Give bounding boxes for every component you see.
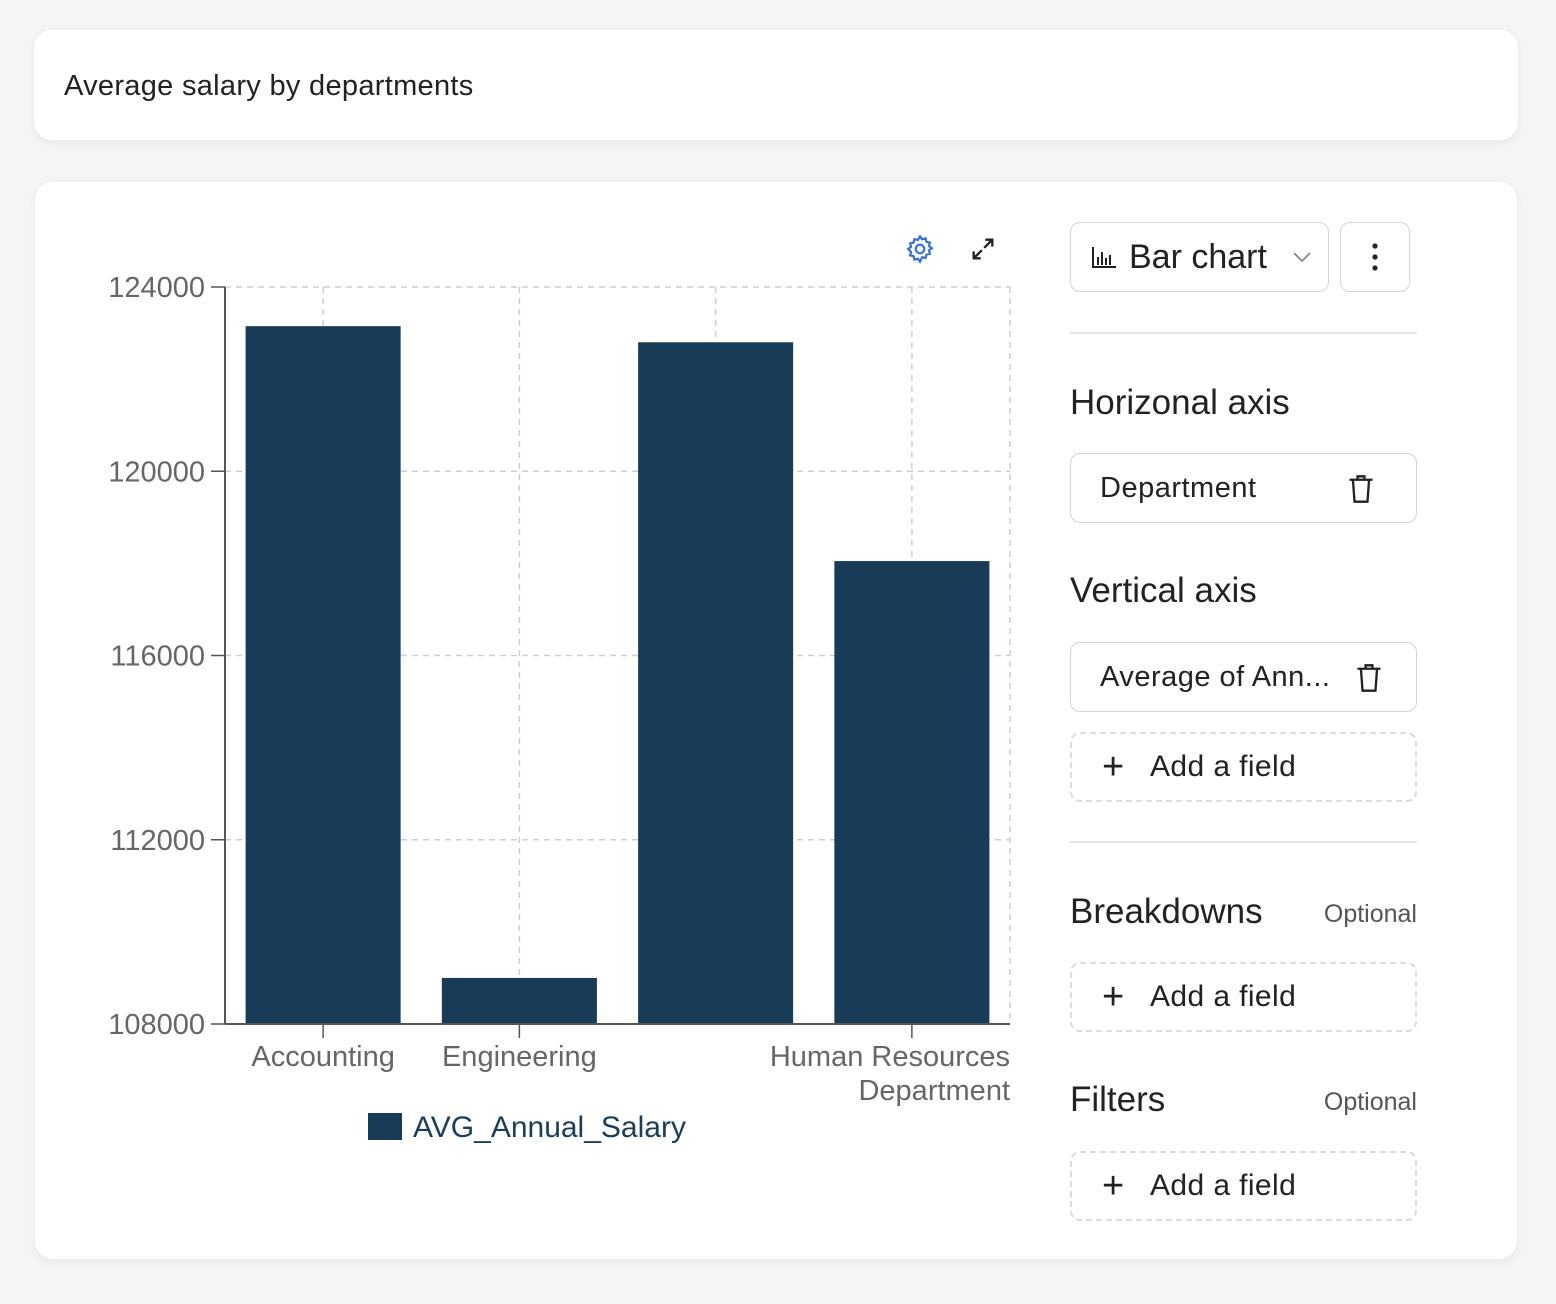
legend: AVG_Annual_Salary bbox=[368, 1111, 686, 1144]
chart-editor-card: 108000 112000 116000 120000 124000 Accounting… bbox=[35, 182, 1517, 1259]
vertical-field-label: Average of Ann... bbox=[1100, 660, 1331, 693]
breakdowns-title: Breakdowns bbox=[1070, 892, 1263, 931]
x-tick-label: Accounting bbox=[251, 1041, 395, 1073]
x-tick-label: Engineering bbox=[442, 1041, 597, 1073]
horizontal-field-label: Department bbox=[1100, 471, 1257, 504]
vertical-axis-field[interactable]: Average of Ann... bbox=[1070, 642, 1417, 712]
y-tick-label: 108000 bbox=[108, 1009, 205, 1041]
more-vertical-icon bbox=[1372, 243, 1378, 271]
add-field-label: Add a field bbox=[1150, 750, 1297, 783]
trash-icon[interactable] bbox=[1355, 663, 1383, 693]
expand-icon bbox=[972, 238, 994, 260]
x-tick-label: Human Resources bbox=[770, 1041, 1010, 1073]
divider bbox=[1070, 332, 1417, 334]
bar bbox=[638, 342, 794, 1024]
add-field-label: Add a field bbox=[1150, 1169, 1297, 1202]
y-tick-label: 120000 bbox=[108, 456, 205, 488]
bar bbox=[245, 326, 401, 1024]
legend-label: AVG_Annual_Salary bbox=[413, 1111, 686, 1144]
more-options-button[interactable] bbox=[1340, 222, 1410, 292]
horizontal-axis-field[interactable]: Department bbox=[1070, 453, 1417, 523]
breakdowns-optional-label: Optional bbox=[1323, 900, 1417, 928]
plus-icon: + bbox=[1102, 746, 1125, 788]
bar-chart-icon bbox=[1092, 247, 1116, 268]
filters-add-field-button[interactable]: + Add a field bbox=[1070, 1151, 1417, 1221]
vertical-add-field-button[interactable]: + Add a field bbox=[1070, 732, 1417, 802]
y-tick-label: 124000 bbox=[108, 272, 205, 304]
breakdowns-add-field-button[interactable]: + Add a field bbox=[1070, 962, 1417, 1032]
gear-icon bbox=[906, 234, 934, 264]
page-title: Average salary by departments bbox=[64, 70, 474, 102]
add-field-label: Add a field bbox=[1150, 980, 1297, 1013]
plus-icon: + bbox=[1102, 1165, 1125, 1207]
legend-swatch bbox=[368, 1113, 402, 1140]
chart-type-select[interactable]: Bar chart bbox=[1070, 222, 1329, 292]
title-card: Average salary by departments bbox=[34, 30, 1518, 140]
bar-chart: 108000 112000 116000 120000 124000 Accounting… bbox=[108, 272, 1011, 1144]
y-tick-label: 112000 bbox=[110, 825, 205, 857]
x-axis-title: Department bbox=[858, 1075, 1010, 1107]
plus-icon: + bbox=[1102, 976, 1125, 1018]
bar bbox=[834, 561, 990, 1024]
filters-title: Filters bbox=[1070, 1080, 1166, 1119]
expand-button[interactable] bbox=[963, 229, 1003, 269]
settings-button[interactable] bbox=[900, 229, 940, 269]
chevron-down-icon bbox=[1293, 252, 1311, 263]
filters-optional-label: Optional bbox=[1323, 1088, 1417, 1116]
bars bbox=[245, 326, 990, 1024]
vertical-axis-title: Vertical axis bbox=[1070, 571, 1257, 610]
bar bbox=[441, 977, 597, 1024]
chart-type-label: Bar chart bbox=[1129, 237, 1267, 276]
horizontal-axis-title: Horizonal axis bbox=[1070, 383, 1290, 422]
trash-icon[interactable] bbox=[1347, 474, 1375, 504]
divider bbox=[1070, 841, 1417, 843]
y-tick-label: 116000 bbox=[110, 641, 205, 673]
